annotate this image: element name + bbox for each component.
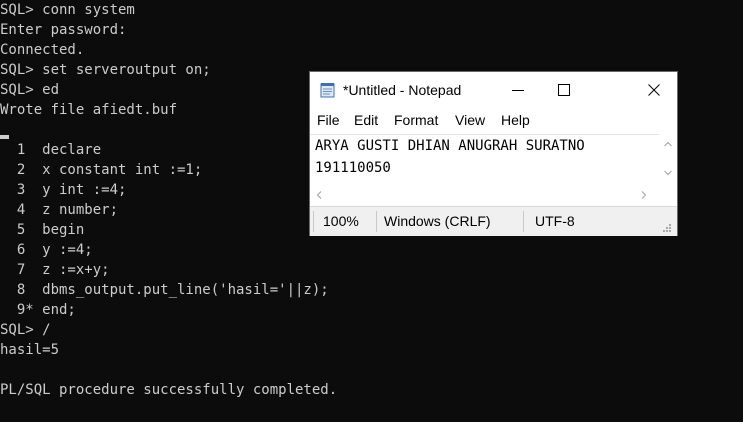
close-icon: [648, 84, 660, 96]
scroll-right-icon[interactable]: [641, 191, 647, 199]
code-line: 9* end;: [0, 302, 76, 318]
editor-line: 191110050: [315, 160, 391, 176]
menu-view[interactable]: View: [455, 112, 485, 128]
close-button[interactable]: [631, 72, 677, 108]
zoom-level: 100%: [323, 213, 359, 229]
menu-help[interactable]: Help: [501, 112, 530, 128]
terminal-line: Enter password:: [0, 22, 127, 38]
title-bar[interactable]: *Untitled - Notepad: [310, 72, 677, 108]
output-line: hasil=5: [0, 342, 60, 358]
terminal-line: Connected.: [0, 42, 85, 58]
window-title: *Untitled - Notepad: [343, 82, 462, 98]
status-line-ending: Windows (CRLF): [377, 207, 523, 236]
terminal-line: SQL> /: [0, 322, 51, 338]
scroll-left-icon[interactable]: [316, 191, 322, 199]
code-line: 8 dbms_output.put_line('hasil='||z);: [0, 282, 329, 298]
editor-line: ARYA GUSTI DHIAN ANUGRAH SURATNO: [315, 138, 585, 154]
minimize-button[interactable]: [495, 72, 541, 108]
notepad-window[interactable]: *Untitled - Notepad File Edit Format Vie…: [310, 72, 677, 236]
maximize-icon: [558, 84, 570, 96]
menu-format[interactable]: Format: [394, 112, 438, 128]
status-bar: 100% Windows (CRLF) UTF-8: [310, 206, 677, 236]
code-line: 7 z :=x+y;: [0, 262, 110, 278]
line-ending: Windows (CRLF): [384, 213, 491, 229]
notepad-icon: [320, 83, 335, 98]
scroll-down-icon[interactable]: [664, 170, 672, 176]
scroll-up-icon[interactable]: [664, 141, 672, 147]
status-zoom: 100%: [314, 207, 376, 236]
horizontal-scrollbar[interactable]: [310, 186, 659, 203]
text-editor[interactable]: ARYA GUSTI DHIAN ANUGRAH SURATNO 1911100…: [310, 134, 659, 187]
status-encoding: UTF-8: [524, 207, 644, 236]
scroll-corner: [659, 186, 677, 203]
terminal-cursor: [0, 135, 9, 139]
code-line: 6 y :=4;: [0, 242, 93, 258]
output-line: PL/SQL procedure successfully completed.: [0, 382, 338, 398]
encoding: UTF-8: [535, 213, 575, 229]
terminal-line: SQL> conn system: [0, 2, 135, 18]
minimize-icon: [512, 90, 524, 91]
menu-edit[interactable]: Edit: [354, 112, 378, 128]
menu-file[interactable]: File: [317, 112, 340, 128]
maximize-button[interactable]: [541, 72, 587, 108]
resize-grip-icon[interactable]: [662, 223, 672, 233]
